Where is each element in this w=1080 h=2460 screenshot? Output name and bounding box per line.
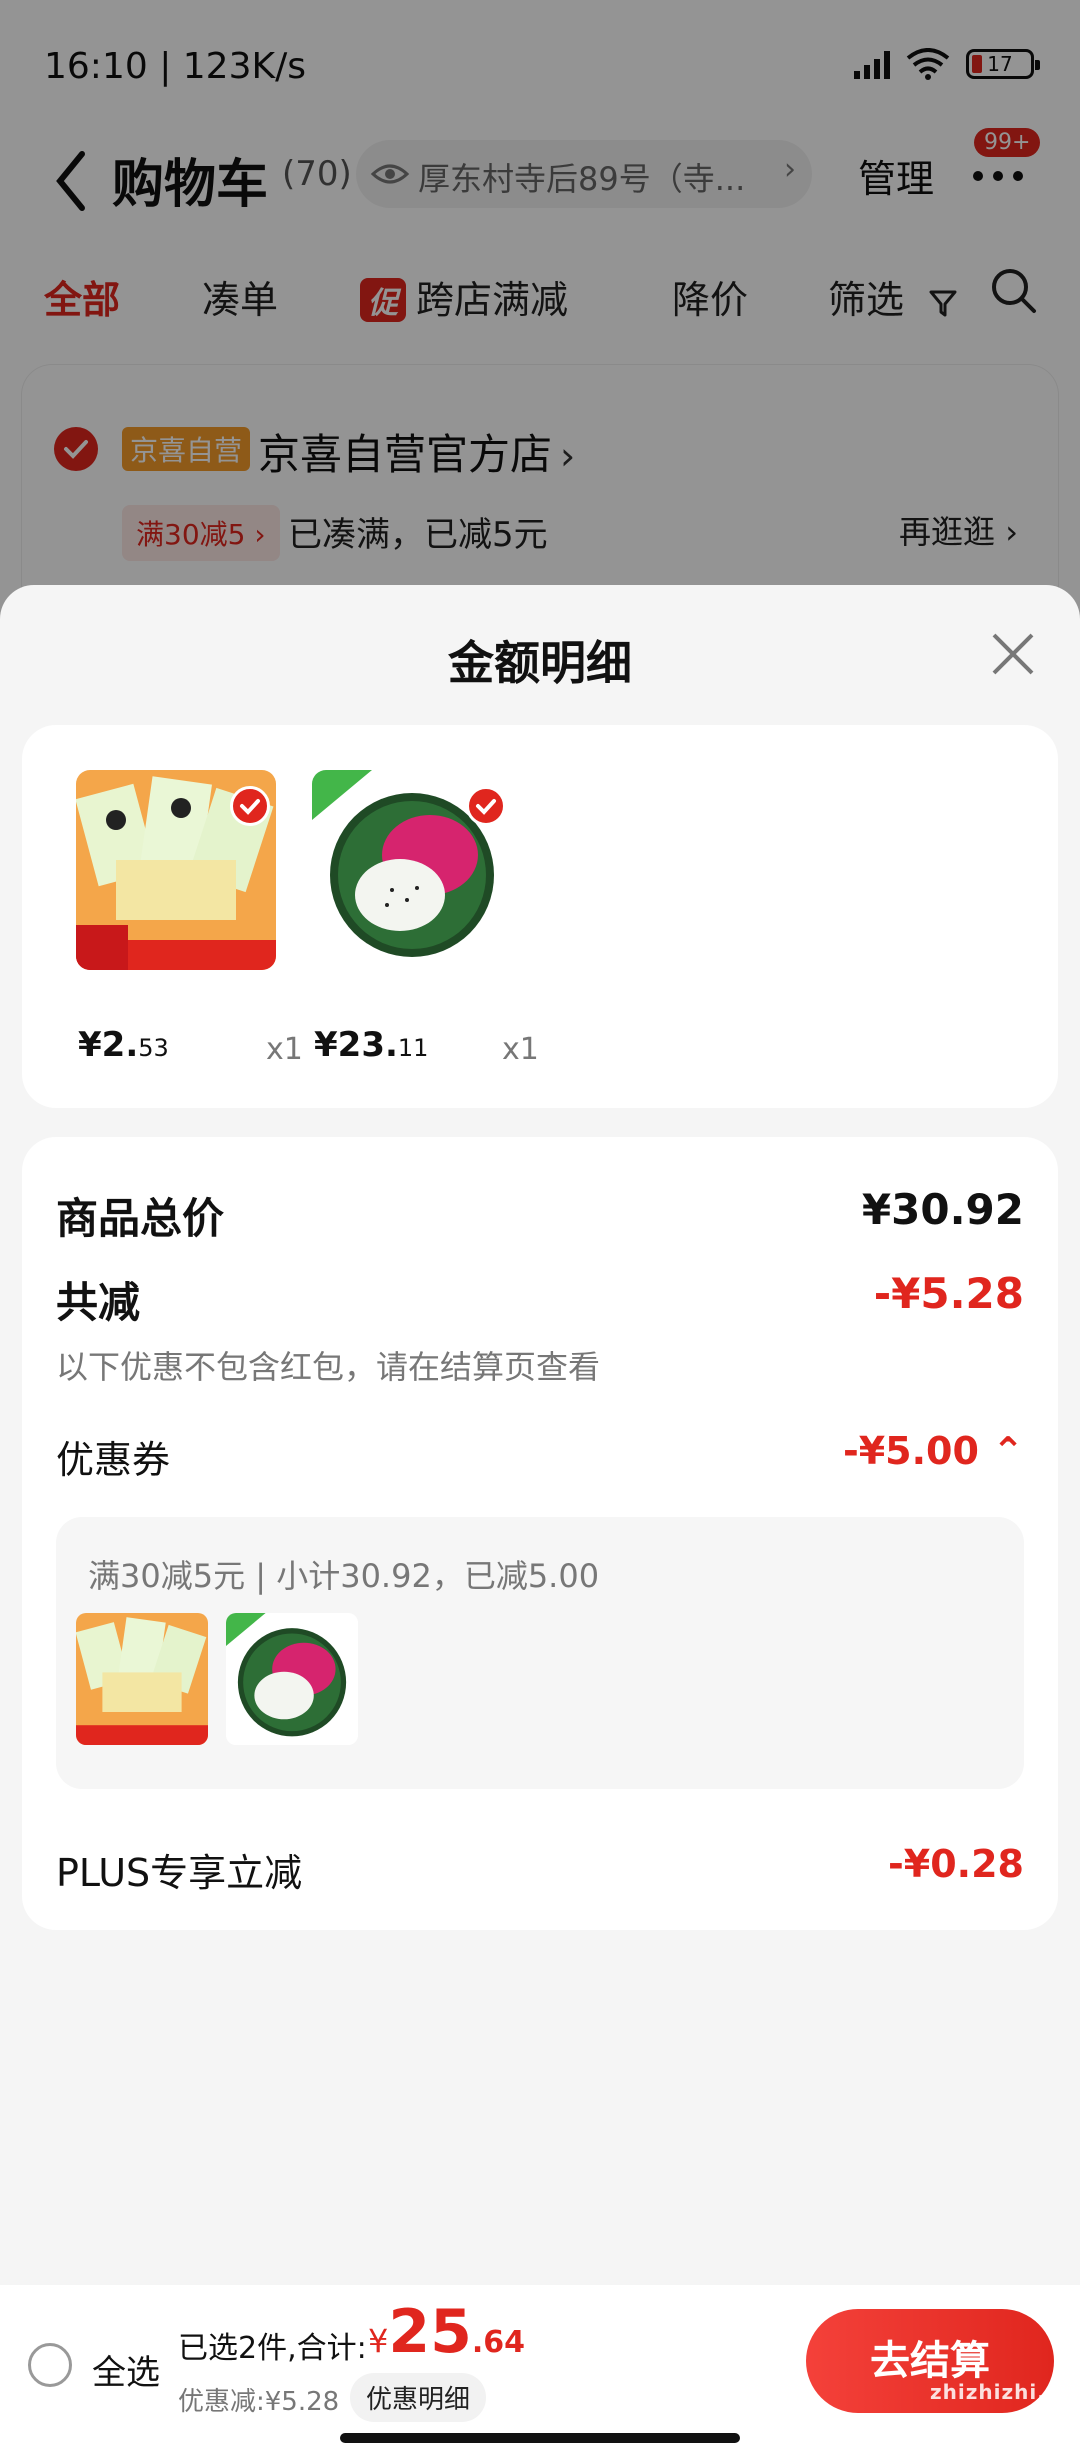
item-check-icon[interactable] xyxy=(230,786,270,826)
item-price-int: ¥2. xyxy=(78,1025,139,1065)
item-price-int: ¥23. xyxy=(314,1025,398,1065)
coupon-toggle[interactable]: -¥5.00 ⌃ xyxy=(843,1429,1024,1473)
total-reduce-value: -¥5.28 xyxy=(873,1269,1024,1318)
price-summary-card: 商品总价 ¥30.92 共减 -¥5.28 以下优惠不包含红包，请在结算页查看 … xyxy=(22,1137,1058,1930)
home-indicator[interactable] xyxy=(340,2433,740,2443)
total-integer: 25 xyxy=(388,2297,472,2367)
item-check-icon[interactable] xyxy=(466,786,506,826)
coupon-product-image xyxy=(76,1613,208,1745)
selected-goods-card: ¥2.53 x1 ¥23.11 x1 xyxy=(22,725,1058,1108)
total-amount: ¥25.64 xyxy=(368,2297,525,2367)
item-price: ¥23.11 xyxy=(314,1025,428,1065)
goods-item[interactable]: ¥23.11 x1 xyxy=(312,770,539,1067)
coupon-description: 满30减5元 | 小计30.92，已减5.00 xyxy=(88,1557,600,1595)
amount-detail-sheet: 金额明细 ¥2.53 x1 ¥23.11 x1 商品总价 ¥30.92 共减 -… xyxy=(0,585,1080,2460)
item-price-dec: 53 xyxy=(138,1034,169,1062)
goods-item[interactable]: ¥2.53 x1 xyxy=(76,770,303,1067)
total-price-label: 商品总价 xyxy=(56,1194,225,1243)
coupon-detail-box: 满30减5元 | 小计30.92，已减5.00 xyxy=(56,1517,1024,1789)
item-qty: x1 xyxy=(502,1032,539,1067)
sheet-title: 金额明细 xyxy=(448,636,632,690)
total-decimal: .64 xyxy=(471,2325,526,2360)
total-currency: ¥ xyxy=(368,2322,389,2360)
product-image-bamboo-shoot xyxy=(76,770,276,970)
item-qty: x1 xyxy=(266,1032,303,1067)
item-price-dec: 11 xyxy=(397,1034,429,1062)
discount-detail-button[interactable]: 优惠明细 xyxy=(350,2373,487,2422)
discount-note: 以下优惠不包含红包，请在结算页查看 xyxy=(56,1348,601,1386)
plus-discount-label: PLUS专享立减 xyxy=(56,1851,303,1895)
product-image-dragon-fruit xyxy=(312,770,512,970)
watermark: zhizhizhi.com xyxy=(930,2380,1080,2404)
discount-amount: 优惠减:¥5.28 xyxy=(178,2387,340,2417)
select-all-checkbox[interactable] xyxy=(28,2343,72,2387)
select-all-label[interactable]: 全选 xyxy=(92,2345,160,2394)
selected-count: 已选2件,合计: xyxy=(178,2331,367,2366)
coupon-label: 优惠券 xyxy=(56,1438,171,1482)
total-reduce-label: 共减 xyxy=(56,1278,141,1327)
total-price-value: ¥30.92 xyxy=(861,1185,1024,1234)
close-icon[interactable] xyxy=(988,629,1038,679)
coupon-product-image xyxy=(226,1613,358,1745)
plus-discount-value: -¥0.28 xyxy=(888,1842,1024,1886)
item-price: ¥2.53 xyxy=(78,1025,169,1065)
